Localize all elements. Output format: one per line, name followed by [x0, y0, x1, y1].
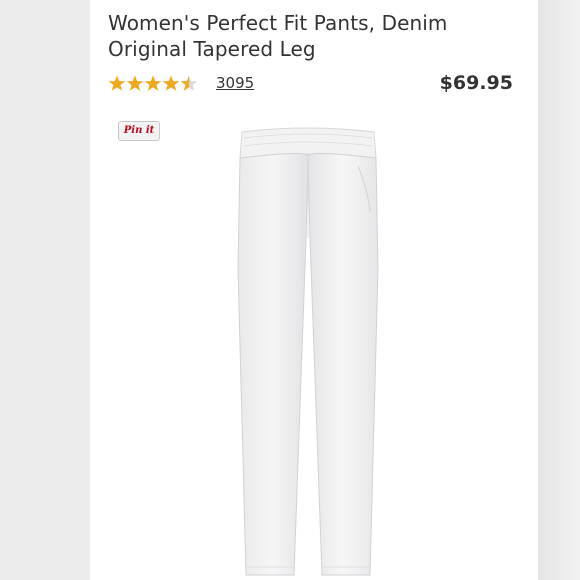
product-title-line-1: Women's Perfect Fit Pants, Denim	[108, 11, 448, 35]
product-title: Women's Perfect Fit Pants, Denim Origina…	[108, 10, 528, 62]
product-card: Women's Perfect Fit Pants, Denim Origina…	[90, 0, 538, 580]
star-icon	[144, 75, 162, 91]
product-price: $69.95	[439, 72, 513, 94]
star-icon	[126, 75, 144, 91]
pin-it-button[interactable]: Pin it	[118, 121, 160, 141]
review-count-link[interactable]: 3095	[216, 74, 254, 92]
half-star-icon	[180, 75, 198, 91]
background-strip	[538, 0, 580, 580]
white-pants-photo	[237, 127, 379, 576]
star-icon	[162, 75, 180, 91]
product-title-line-2: Original Tapered Leg	[108, 37, 316, 61]
star-icon	[108, 75, 126, 91]
star-rating	[108, 75, 198, 91]
